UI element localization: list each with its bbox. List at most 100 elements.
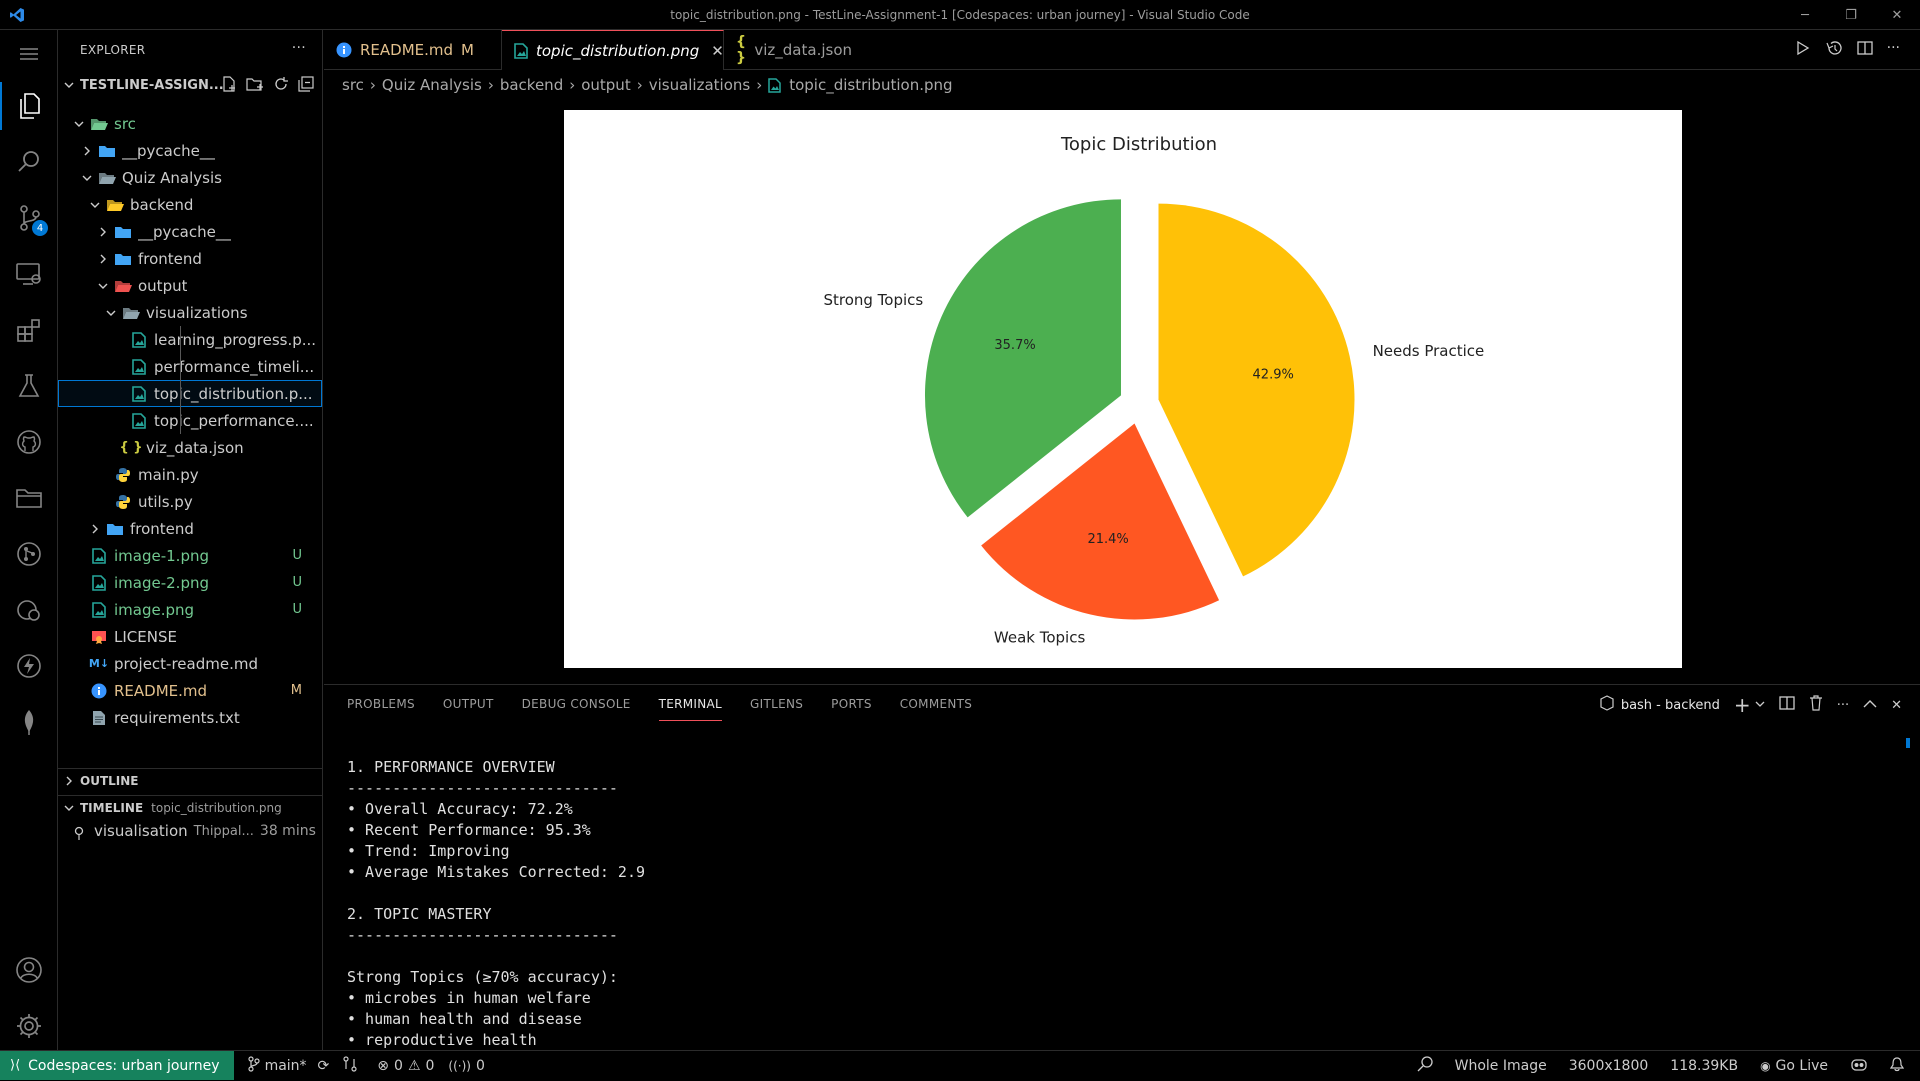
breadcrumb-visualizations[interactable]: visualizations [649, 76, 751, 94]
tree-file[interactable]: image.png U [58, 596, 322, 623]
problems-indicator[interactable]: ⊗ 0 ⚠ 0 [377, 1058, 434, 1074]
tree-folder[interactable]: output [58, 272, 322, 299]
tree-folder[interactable]: src [58, 110, 322, 137]
go-live-button[interactable]: ◉ Go Live [1760, 1058, 1828, 1074]
tree-file[interactable]: topic_performance.... [58, 407, 322, 434]
panel-tab-problems[interactable]: PROBLEMS [347, 697, 415, 721]
ports-indicator[interactable]: ((·)) 0 [448, 1058, 484, 1074]
tree-file[interactable]: performance_timeli... [58, 353, 322, 380]
history-icon[interactable] [1825, 40, 1843, 60]
more-actions-icon[interactable]: ··· [292, 40, 306, 56]
tree-folder[interactable]: backend [58, 191, 322, 218]
tree-file[interactable]: learning_progress.p... [58, 326, 322, 353]
sync-icon[interactable]: ⟳ [318, 1058, 330, 1074]
github-icon[interactable] [0, 418, 58, 466]
panel-tab-gitlens[interactable]: GITLENS [750, 697, 803, 721]
commit-icon [74, 822, 84, 840]
close-panel-icon[interactable]: ✕ [1891, 698, 1902, 713]
tree-file[interactable]: image-1.png U [58, 542, 322, 569]
tree-file[interactable]: M↓ project-readme.md [58, 650, 322, 677]
panel-tab-comments[interactable]: COMMENTS [900, 697, 972, 721]
tab-viz-data[interactable]: { } viz_data.json [724, 30, 864, 70]
tree-file[interactable]: { } viz_data.json [58, 434, 322, 461]
close-tab-icon[interactable]: ✕ [711, 42, 724, 60]
tree-file[interactable]: image-2.png U [58, 569, 322, 596]
vscode-logo-icon[interactable] [0, 0, 34, 30]
mongodb-icon[interactable] [0, 698, 58, 746]
menu-icon[interactable] [0, 30, 58, 78]
gitlens-inspect-icon[interactable] [0, 586, 58, 634]
split-editor-icon[interactable] [1856, 40, 1873, 60]
timeline-section-header[interactable]: TIMELINE topic_distribution.png [58, 795, 322, 819]
tab-topic-distribution[interactable]: topic_distribution.png ✕ [502, 30, 724, 70]
new-terminal-icon[interactable]: + [1734, 695, 1751, 715]
accounts-icon[interactable] [0, 946, 58, 994]
tree-file[interactable]: LICENSE [58, 623, 322, 650]
timeline-message: visualisation [94, 822, 188, 840]
breadcrumb-output[interactable]: output [581, 76, 630, 94]
trash-icon[interactable] [1809, 695, 1823, 715]
breadcrumb-quiz-analysis[interactable]: Quiz Analysis [382, 76, 482, 94]
tab-readme[interactable]: README.md M [324, 30, 502, 70]
folder-icon [114, 251, 132, 267]
more-editor-actions-icon[interactable]: ··· [1887, 40, 1900, 60]
new-file-icon[interactable] [221, 75, 237, 95]
thunder-client-icon[interactable] [0, 642, 58, 690]
terminal-output[interactable]: 1. PERFORMANCE OVERVIEW -----------------… [347, 757, 645, 1051]
search-icon[interactable] [0, 138, 58, 186]
tree-file[interactable]: README.md M [58, 677, 322, 704]
close-window-icon[interactable]: ✕ [1874, 0, 1920, 30]
panel-tab-debug-console[interactable]: DEBUG CONSOLE [522, 697, 631, 721]
chevron-right-icon [80, 146, 94, 156]
gitlens-status[interactable] [343, 1055, 357, 1076]
tree-file[interactable]: utils.py [58, 488, 322, 515]
gitlens-icon[interactable] [0, 530, 58, 578]
restore-icon[interactable]: ❐ [1828, 0, 1874, 30]
breadcrumb-file[interactable]: topic_distribution.png [789, 76, 952, 94]
workspace-root-header[interactable]: TESTLINE-ASSIGN... [58, 74, 322, 96]
tree-file[interactable]: requirements.txt [58, 704, 322, 731]
explorer-icon[interactable] [0, 82, 58, 130]
collapse-all-icon[interactable] [298, 75, 314, 95]
tree-folder[interactable]: __pycache__ [58, 218, 322, 245]
chevron-down-icon[interactable] [1755, 698, 1765, 713]
source-control-icon[interactable]: 4 [0, 194, 58, 242]
tree-file[interactable]: topic_distribution.p... [58, 380, 322, 407]
notifications-bell-icon[interactable] [1889, 1056, 1905, 1076]
zoom-level[interactable]: Whole Image [1455, 1058, 1547, 1074]
tab-viz-data-label: viz_data.json [754, 41, 852, 59]
extensions-icon[interactable] [0, 306, 58, 354]
terminal-name[interactable]: bash - backend [1621, 698, 1720, 713]
image-preview[interactable]: Topic Distribution 42.9% Needs Practice 21… [324, 98, 1920, 680]
maximize-panel-icon[interactable] [1863, 698, 1877, 713]
more-panel-actions-icon[interactable]: ··· [1837, 698, 1849, 713]
run-icon[interactable] [1795, 40, 1811, 60]
pie-category-label: Strong Topics [823, 291, 923, 309]
tree-file[interactable]: main.py [58, 461, 322, 488]
panel-tab-ports[interactable]: PORTS [831, 697, 872, 721]
tree-folder[interactable]: Quiz Analysis [58, 164, 322, 191]
breadcrumb-src[interactable]: src [342, 76, 364, 94]
panel-tab-terminal[interactable]: TERMINAL [658, 697, 723, 721]
branch-indicator[interactable]: main* ⟳ [247, 1055, 330, 1076]
split-terminal-icon[interactable] [1779, 695, 1795, 715]
remote-indicator[interactable]: ⟩⟨ Codespaces: urban journey [0, 1051, 234, 1080]
settings-gear-icon[interactable] [0, 1002, 58, 1050]
testing-icon[interactable] [0, 362, 58, 410]
pie-slice-needs-practice [1158, 203, 1355, 577]
minimize-icon[interactable]: ─ [1782, 0, 1828, 30]
timeline-entry[interactable]: visualisation Thippal... 38 mins [58, 820, 322, 842]
remote-explorer-icon[interactable] [0, 250, 58, 298]
copilot-icon[interactable] [1850, 1056, 1868, 1076]
zoom-icon[interactable] [1417, 1056, 1433, 1076]
tree-folder[interactable]: frontend [58, 245, 322, 272]
tree-folder[interactable]: __pycache__ [58, 137, 322, 164]
tree-folder[interactable]: frontend [58, 515, 322, 542]
refresh-icon[interactable] [273, 76, 289, 95]
new-folder-icon[interactable] [246, 76, 264, 95]
panel-tab-output[interactable]: OUTPUT [443, 697, 494, 721]
outline-section-header[interactable]: OUTLINE [58, 768, 322, 792]
breadcrumb-backend[interactable]: backend [500, 76, 563, 94]
folder-manager-icon[interactable] [0, 474, 58, 522]
tree-folder[interactable]: visualizations [58, 299, 322, 326]
